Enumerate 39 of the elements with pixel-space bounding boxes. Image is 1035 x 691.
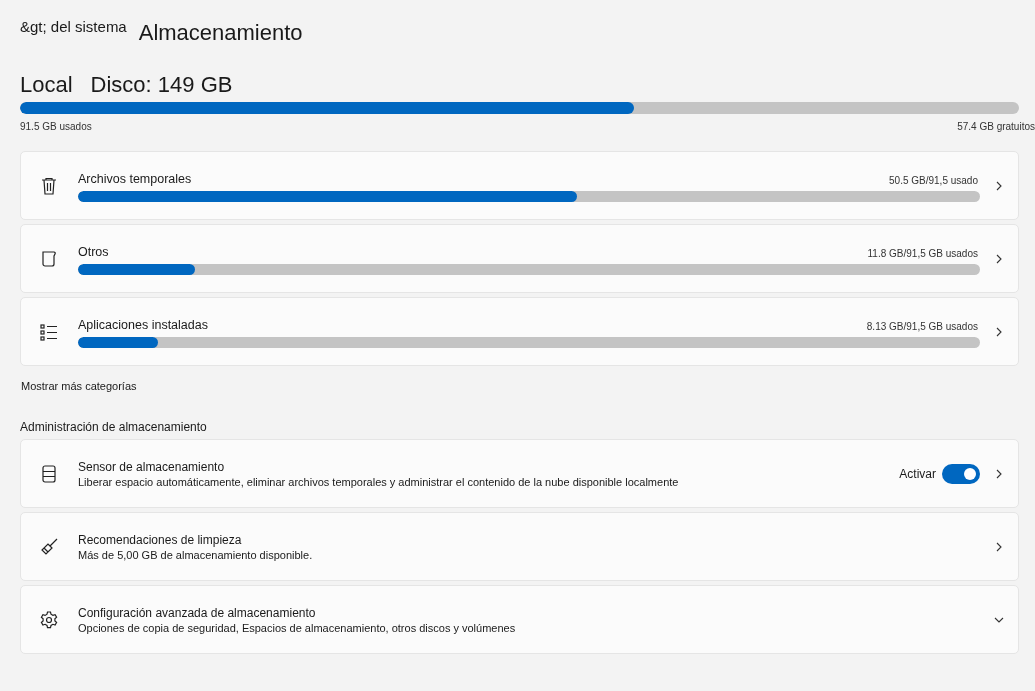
usage-reading: 11.8 GB/91,5 GB usados — [867, 247, 979, 259]
page-title: Almacenamiento — [138, 19, 303, 46]
category-card[interactable]: Otros 11.8 GB/91,5 GB usados — [20, 224, 1019, 293]
toggle-switch[interactable] — [942, 463, 980, 484]
toggle-label: Activar — [899, 466, 936, 481]
list-icon — [39, 321, 59, 342]
drive-icon — [39, 463, 59, 484]
used-label: 91.5 GB usados — [20, 121, 92, 134]
disk-name: Disco: 149 GB — [90, 72, 233, 99]
document-icon — [39, 248, 59, 269]
chevron-right-icon — [994, 253, 1004, 264]
settings-icon — [39, 609, 59, 630]
usage-reading: 50.5 GB/91,5 usado — [889, 174, 979, 186]
setting-description: Más de 5,00 GB de almacenamiento disponible. — [78, 548, 314, 561]
setting-description: Liberar espacio automáticamente, eliminar archivos temporales y administrar el contenido de la nube disponible localmente — [78, 475, 680, 488]
free-label: 57.4 GB gratuitos — [957, 121, 1035, 134]
section-heading: Administración de almacenamiento — [20, 420, 208, 436]
chevron-right-icon — [994, 541, 1004, 552]
category-name: Archivos temporales — [78, 171, 192, 186]
chevron-right-icon — [994, 180, 1004, 191]
settings-card[interactable]: Recomendaciones de limpieza Más de 5,00 GB de almacenamiento disponible. — [20, 512, 1019, 581]
setting-title: Sensor de almacenamiento — [78, 459, 226, 474]
chevron-right-icon — [994, 468, 1004, 479]
setting-title: Configuración avanzada de almacenamiento — [78, 605, 317, 620]
broom-icon — [39, 536, 59, 557]
category-card[interactable]: Archivos temporales 50.5 GB/91,5 usado — [20, 151, 1019, 220]
show-more-link[interactable]: Mostrar más categorías — [21, 380, 1019, 420]
category-name: Aplicaciones instaladas — [78, 317, 208, 332]
usage-reading: 8.13 GB/91,5 GB usados — [866, 320, 979, 332]
setting-description: Opciones de copia de seguridad, Espacios de almacenamiento, otros discos y volúmenes — [78, 621, 517, 634]
settings-card[interactable]: Sensor de almacenamiento Liberar espacio automáticamente, eliminar archivos temporales y administrar el contenido de la nube disponible localmente Activar — [20, 439, 1019, 508]
chevron-right-icon — [994, 326, 1004, 337]
disk-label: Local — [20, 72, 73, 99]
category-card[interactable]: Aplicaciones instaladas 8.13 GB/91,5 GB usados — [20, 297, 1019, 366]
setting-title: Recomendaciones de limpieza — [78, 532, 243, 547]
breadcrumb[interactable]: &gt; del sistema — [20, 14, 127, 35]
category-name: Otros — [78, 244, 109, 259]
trash-icon — [39, 175, 59, 196]
settings-card[interactable]: Configuración avanzada de almacenamiento Opciones de copia de seguridad, Espacios de almacenamiento, otros discos y volúmenes — [20, 585, 1019, 654]
